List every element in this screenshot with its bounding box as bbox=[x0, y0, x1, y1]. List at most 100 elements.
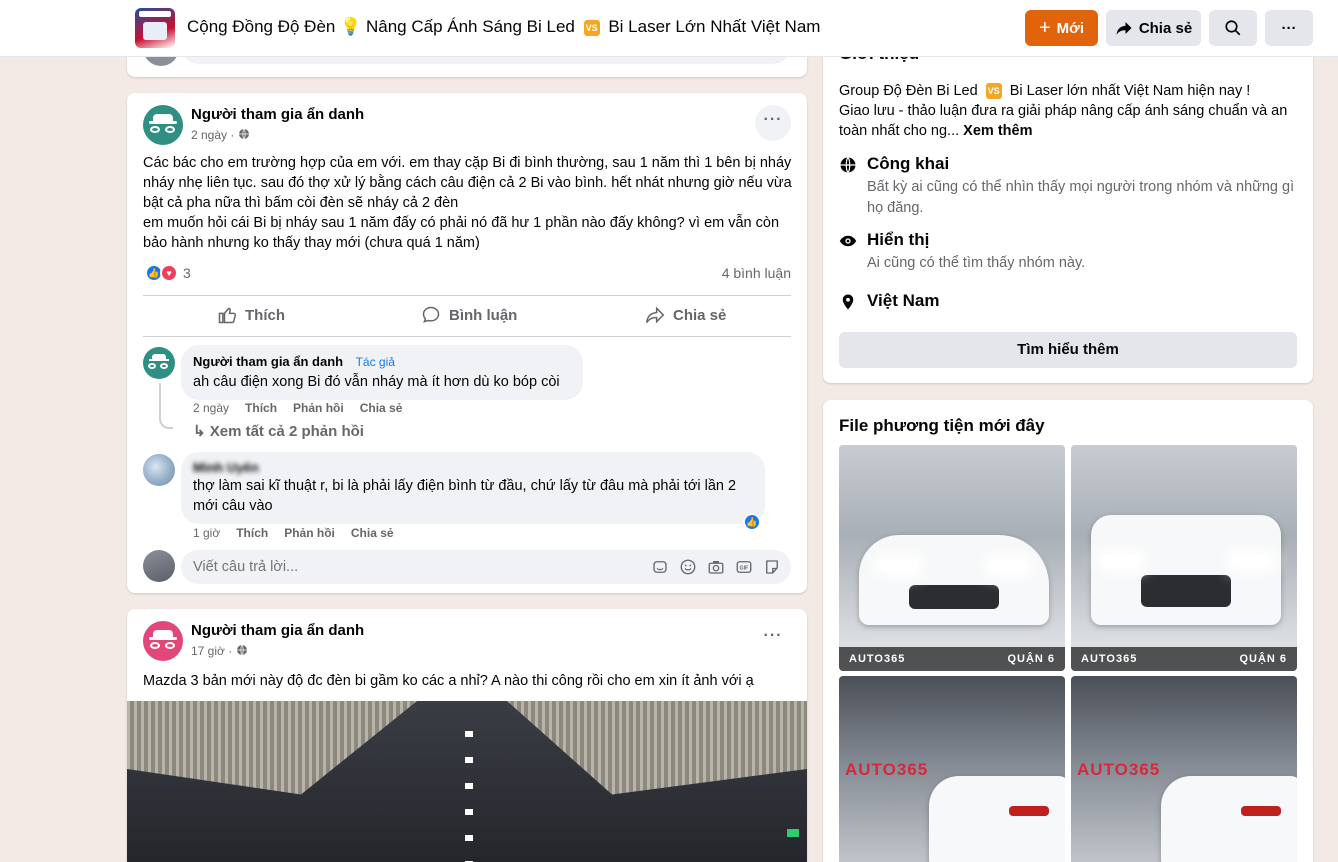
ceiling-lights bbox=[465, 731, 473, 862]
thumb-sign: AUTO365 bbox=[1077, 760, 1161, 779]
share-button[interactable]: Chia sẻ bbox=[645, 300, 726, 330]
about-desc-part1: Group Độ Đèn Bi Led bbox=[839, 83, 978, 99]
commenter-name[interactable]: Minh Uyên bbox=[193, 460, 753, 475]
comment-reply-button[interactable]: Phản hồi bbox=[284, 526, 335, 540]
post-photo[interactable] bbox=[127, 701, 807, 862]
post-card: Người tham gia ẩn danh 2 ngày · ··· Các … bbox=[127, 93, 807, 593]
media-thumbnail[interactable]: AUTO365 QUẬN 6 bbox=[839, 445, 1065, 671]
comment-time[interactable]: 2 ngày bbox=[193, 401, 229, 415]
post-body: Mazda 3 bản mới này độ đc đèn bi gầm ko … bbox=[143, 673, 754, 689]
post-options-button[interactable]: ··· bbox=[755, 105, 791, 141]
new-post-button[interactable]: + Mới bbox=[1025, 10, 1098, 46]
post-author[interactable]: Người tham gia ẩn danh bbox=[191, 622, 364, 639]
comment-bubble: Minh Uyên thợ làm sai kĩ thuật r, bi là … bbox=[181, 452, 765, 524]
post-author-avatar[interactable] bbox=[143, 621, 183, 661]
visible-title: Hiển thị bbox=[867, 230, 930, 249]
comment-icon bbox=[422, 306, 440, 323]
camera-icon[interactable] bbox=[707, 558, 725, 576]
location-text: Việt Nam bbox=[867, 291, 940, 310]
divider bbox=[143, 336, 791, 337]
more-options-button[interactable]: ··· bbox=[1265, 10, 1313, 46]
share-group-label: Chia sẻ bbox=[1138, 19, 1193, 37]
vs-badge-icon: VS bbox=[985, 83, 1002, 99]
reaction-count: 3 bbox=[183, 265, 191, 281]
learn-more-button[interactable]: Tìm hiểu thêm bbox=[839, 332, 1297, 368]
commenter-avatar[interactable] bbox=[143, 347, 175, 379]
commenter-avatar[interactable] bbox=[143, 454, 175, 486]
group-logo[interactable] bbox=[135, 8, 175, 48]
post-time[interactable]: 2 ngày bbox=[191, 128, 227, 142]
privacy-public: Công khai Bất kỳ ai cũng có thể nhìn thấ… bbox=[839, 154, 1299, 219]
current-user-avatar[interactable] bbox=[143, 550, 175, 582]
recent-media-card: File phương tiện mới đây AUTO365 QUẬN 6 A… bbox=[823, 400, 1313, 862]
comment-share-button[interactable]: Chia sẻ bbox=[360, 401, 403, 415]
public-title: Công khai bbox=[867, 154, 950, 173]
love-reaction-icon: ♥ bbox=[160, 264, 178, 282]
share-group-button[interactable]: Chia sẻ bbox=[1106, 10, 1201, 46]
about-description: Group Độ Đèn Bi Led VS Bi Laser lớn nhất… bbox=[839, 81, 1299, 141]
sticker-icon[interactable] bbox=[763, 558, 781, 576]
thread-line bbox=[159, 383, 161, 415]
search-button[interactable] bbox=[1209, 10, 1257, 46]
gif-icon[interactable]: GIF bbox=[735, 558, 753, 576]
post-meta: 2 ngày · bbox=[191, 128, 250, 142]
like-reaction-icon[interactable]: 👍 bbox=[743, 513, 761, 531]
post-body: Các bác cho em trường hợp của em với. em… bbox=[143, 155, 792, 251]
comment-text: ah câu điện xong Bi đó vẫn nháy mà ít hơ… bbox=[193, 374, 560, 390]
comment-bubble: Người tham gia ẩn danh Tác giả ah câu đi… bbox=[181, 345, 583, 400]
thread-curve bbox=[159, 415, 173, 429]
separator: · bbox=[228, 644, 236, 658]
media-thumbnail[interactable]: AUTO365 QUẬN 6 bbox=[1071, 445, 1297, 671]
post-author[interactable]: Người tham gia ẩn danh bbox=[191, 106, 364, 123]
author-tag: Tác giả bbox=[355, 355, 395, 369]
see-replies-link[interactable]: ↳ Xem tất cả 2 phản hồi bbox=[193, 422, 364, 440]
post-card: Người tham gia ẩn danh 17 giờ · ··· Mazd… bbox=[127, 609, 807, 862]
commenter-name[interactable]: Người tham gia ẩn danh bbox=[193, 354, 343, 369]
visibility: Hiển thị Ai cũng có thể tìm thấy nhóm nà… bbox=[839, 230, 1299, 274]
post-author-avatar[interactable] bbox=[143, 105, 183, 145]
see-more-link[interactable]: Xem thêm bbox=[963, 123, 1032, 139]
avatar-sticker-icon[interactable] bbox=[651, 558, 669, 576]
globe-icon bbox=[840, 157, 856, 173]
media-thumbnail[interactable]: AUTO365 bbox=[1071, 676, 1297, 862]
thumb-sign: AUTO365 bbox=[845, 760, 929, 779]
exit-sign bbox=[787, 829, 799, 837]
post-meta: 17 giờ · bbox=[191, 644, 248, 658]
thumb-brand: AUTO365 QUẬN 6 bbox=[1071, 647, 1297, 671]
like-button[interactable]: Thích bbox=[217, 300, 285, 330]
visible-description: Ai cũng có thể tìm thấy nhóm này. bbox=[867, 255, 1086, 271]
reply-tools: GIF bbox=[651, 558, 781, 576]
comment-button[interactable]: Bình luận bbox=[421, 300, 517, 330]
group-title-part1: Cộng Đồng Độ Đèn 💡 Nâng Cấp Ánh Sáng Bi … bbox=[187, 17, 575, 36]
group-title[interactable]: Cộng Đồng Độ Đèn 💡 Nâng Cấp Ánh Sáng Bi … bbox=[187, 17, 820, 37]
reaction-summary[interactable]: 👍 ♥ 3 bbox=[145, 264, 191, 282]
media-thumbnail[interactable]: AUTO365 bbox=[839, 676, 1065, 862]
share-label: Chia sẻ bbox=[673, 306, 727, 324]
globe-icon bbox=[236, 644, 247, 656]
comment-text: thợ làm sai kĩ thuật r, bi là phải lấy đ… bbox=[193, 478, 737, 514]
comment-label: Bình luận bbox=[449, 306, 518, 324]
about-card: Giới thiệu Group Độ Đèn Bi Led VS Bi Las… bbox=[823, 40, 1313, 383]
globe-icon bbox=[238, 128, 249, 140]
thumb-brand: AUTO365 QUẬN 6 bbox=[839, 647, 1065, 671]
comment-like-button[interactable]: Thích bbox=[236, 526, 268, 540]
like-label: Thích bbox=[245, 306, 285, 324]
search-icon bbox=[1225, 20, 1241, 36]
thumbs-up-icon bbox=[218, 307, 237, 324]
group-header: Cộng Đồng Độ Đèn 💡 Nâng Cấp Ánh Sáng Bi … bbox=[0, 0, 1338, 57]
comment-count[interactable]: 4 bình luận bbox=[722, 265, 791, 281]
group-title-part2: Bi Laser Lớn Nhất Việt Nam bbox=[608, 17, 821, 36]
separator: · bbox=[230, 128, 238, 142]
anonymous-avatar-icon bbox=[143, 621, 183, 661]
anonymous-avatar-icon bbox=[143, 105, 183, 145]
comment-reply-button[interactable]: Phản hồi bbox=[293, 401, 344, 415]
plus-icon: + bbox=[1038, 17, 1051, 39]
comment-actions: 2 ngày Thích Phản hồi Chia sẻ bbox=[193, 401, 402, 415]
post-options-button[interactable]: ··· bbox=[755, 621, 791, 657]
post-time[interactable]: 17 giờ bbox=[191, 644, 225, 658]
comment-share-button[interactable]: Chia sẻ bbox=[351, 526, 394, 540]
vs-badge-icon: VS bbox=[583, 20, 600, 36]
comment-time[interactable]: 1 giờ bbox=[193, 526, 220, 540]
comment-like-button[interactable]: Thích bbox=[245, 401, 277, 415]
emoji-icon[interactable] bbox=[679, 558, 697, 576]
